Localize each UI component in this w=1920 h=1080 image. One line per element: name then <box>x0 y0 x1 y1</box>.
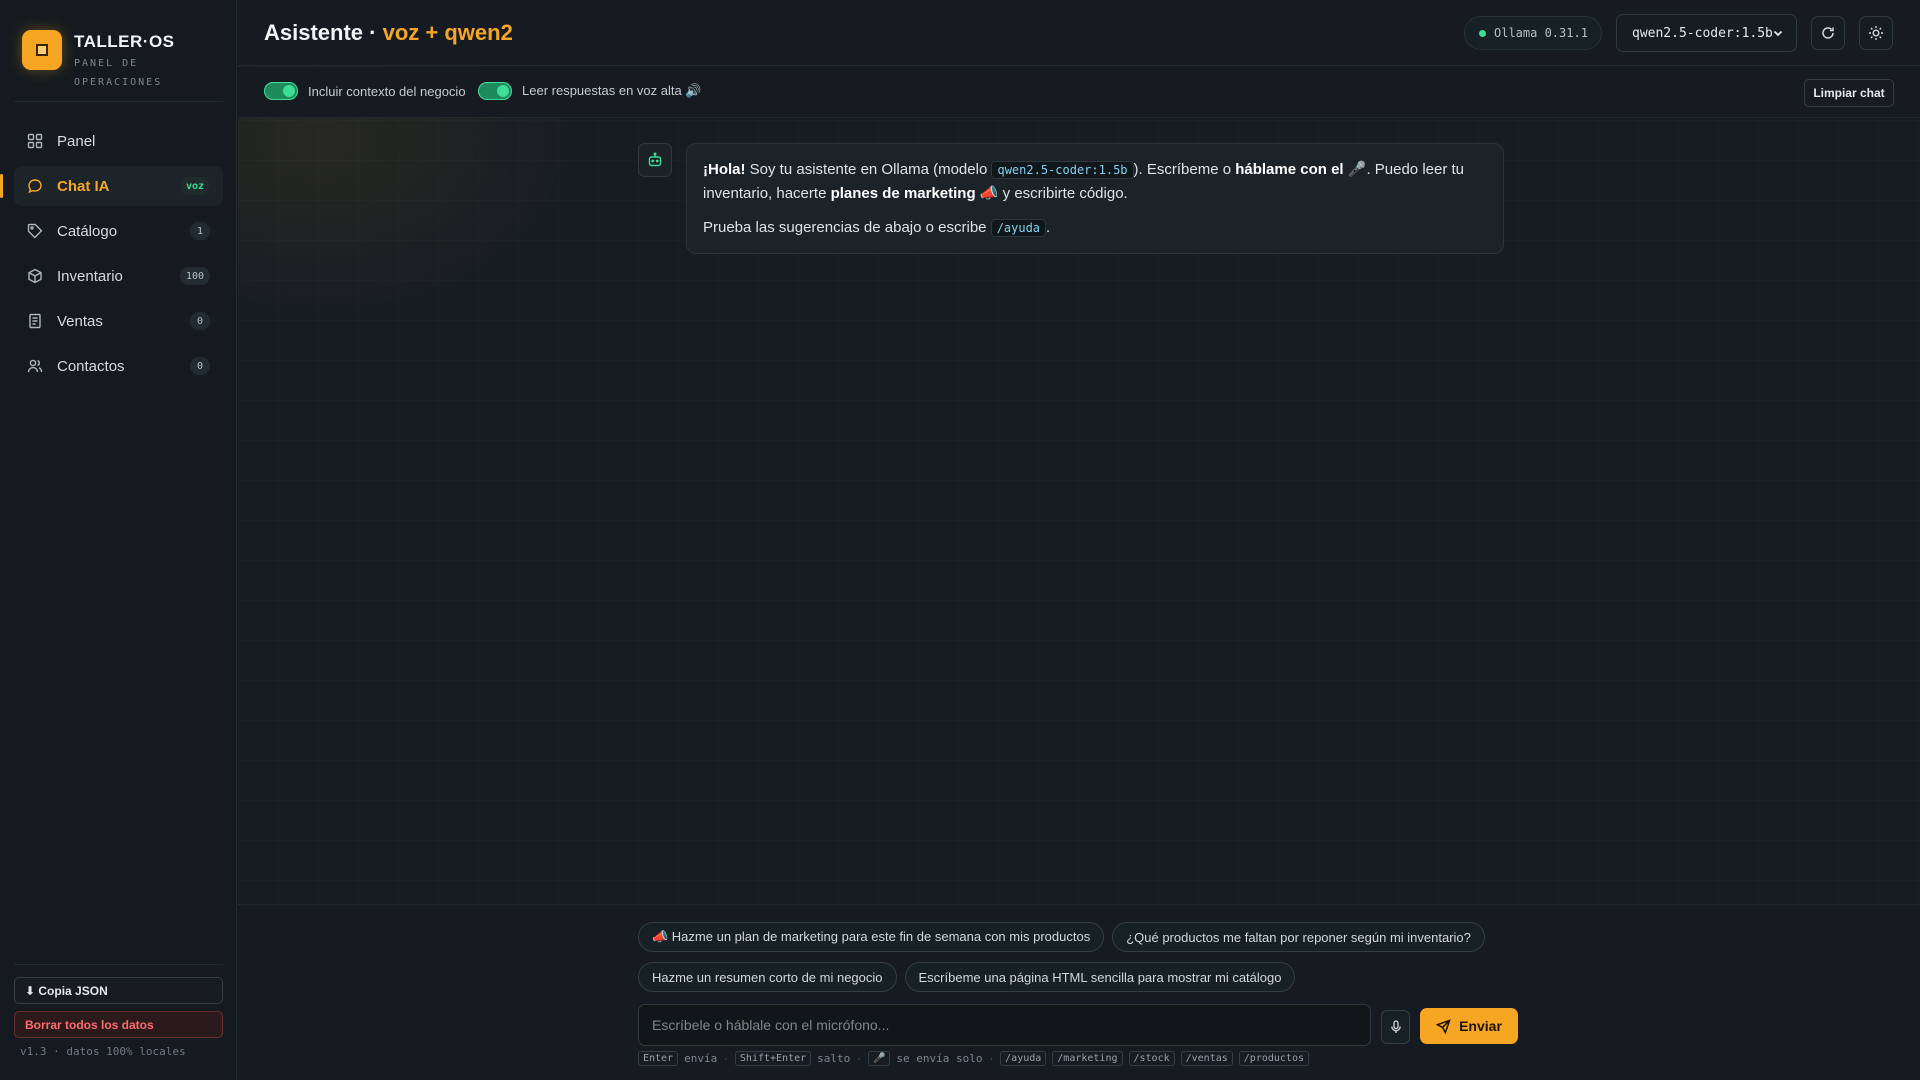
command-hint: /ayuda <box>1000 1051 1047 1066</box>
delete-all-button[interactable]: Borrar todos los datos <box>14 1011 223 1038</box>
model-select-value: qwen2.5-coder:1.5b <box>1632 25 1773 41</box>
sidebar-item-label: Panel <box>57 132 96 150</box>
message-paragraph: ¡Hola! Soy tu asistente en Ollama (model… <box>703 161 1465 202</box>
sidebar-item-label: Contactos <box>57 357 125 375</box>
divider <box>14 101 223 102</box>
sidebar-item-contacts[interactable]: Contactos 0 <box>14 346 223 386</box>
robot-icon <box>648 152 662 167</box>
brand: TALLER·OS PANEL DE OPERACIONES <box>22 30 175 92</box>
tag-icon <box>27 223 43 239</box>
toggle-switch[interactable] <box>478 82 512 100</box>
brand-subtitle: PANEL DE OPERACIONES <box>74 58 163 88</box>
message-paragraph: Prueba las sugerencias de abajo o escrib… <box>703 219 1051 237</box>
context-toggle[interactable]: Incluir contexto del negocio <box>264 82 466 100</box>
bot-avatar <box>638 143 672 177</box>
voice-badge: voz <box>179 177 210 195</box>
suggestion-chip[interactable]: Hazme un resumen corto de mi negocio <box>638 962 897 992</box>
message-input[interactable]: Escríbele o háblale con el micrófono... <box>638 1004 1371 1046</box>
input-placeholder: Escríbele o háblale con el micrófono... <box>652 1017 890 1033</box>
send-icon <box>1436 1018 1451 1034</box>
refresh-icon <box>1822 27 1834 39</box>
receipt-icon <box>27 313 43 329</box>
assistant-message: ¡Hola! Soy tu asistente en Ollama (model… <box>686 143 1504 254</box>
version-label: v1.3 · datos 100% locales <box>20 1045 186 1058</box>
count-badge: 1 <box>190 222 210 240</box>
send-label: Enviar <box>1459 1018 1502 1034</box>
suggestion-chip[interactable]: ¿Qué productos me faltan por reponer seg… <box>1112 922 1485 952</box>
count-badge: 100 <box>179 267 210 285</box>
sidebar-item-label: Chat IA <box>57 177 110 195</box>
header: Asistente · voz + qwen2 Ollama 0.31.1 qw… <box>238 0 1920 66</box>
kbd-enter: Enter <box>638 1051 679 1066</box>
voice-toggle[interactable]: Leer respuestas en voz alta 🔊 <box>478 82 702 100</box>
keyboard-hints: Enter envía · Shift+Enter salto · 🎤 se e… <box>638 1051 1315 1066</box>
main-area: Asistente · voz + qwen2 Ollama 0.31.1 qw… <box>238 0 1920 1080</box>
suggestions: 📣 Hazme un plan de marketing para este f… <box>638 922 1538 1002</box>
sidebar-item-inventory[interactable]: Inventario 100 <box>14 256 223 296</box>
sidebar-item-chat[interactable]: Chat IA voz <box>0 166 223 206</box>
kbd-mic: 🎤 <box>867 1051 891 1066</box>
kbd-shift-enter: Shift+Enter <box>734 1051 812 1066</box>
theme-toggle-button[interactable] <box>1859 16 1893 50</box>
suggestion-chip[interactable]: 📣 Hazme un plan de marketing para este f… <box>638 922 1105 952</box>
sidebar-item-label: Inventario <box>57 267 123 285</box>
sun-icon <box>1869 26 1883 40</box>
microphone-icon <box>1390 1020 1401 1033</box>
sidebar-item-catalog[interactable]: Catálogo 1 <box>14 211 223 251</box>
refresh-button[interactable] <box>1811 16 1845 50</box>
count-badge: 0 <box>190 357 210 375</box>
sidebar-item-label: Ventas <box>57 312 103 330</box>
toggle-switch[interactable] <box>264 82 298 100</box>
sidebar: TALLER·OS PANEL DE OPERACIONES Panel Cha… <box>0 0 237 1080</box>
model-select[interactable]: qwen2.5-coder:1.5b <box>1616 14 1797 52</box>
status-text: Ollama 0.31.1 <box>1494 26 1588 40</box>
command-hint: /marketing <box>1052 1051 1123 1066</box>
logo-icon <box>22 30 62 70</box>
composer-area: 📣 Hazme un plan de marketing para este f… <box>238 904 1920 1080</box>
command-hint: /stock <box>1128 1051 1175 1066</box>
chat-icon <box>27 178 43 194</box>
chevron-down-icon <box>1773 30 1783 37</box>
page-title: Asistente · voz + qwen2 <box>264 20 513 46</box>
divider <box>14 964 223 965</box>
toggle-label: Leer respuestas en voz alta 🔊 <box>522 83 702 98</box>
sidebar-item-panel[interactable]: Panel <box>14 121 223 161</box>
sidebar-item-sales[interactable]: Ventas 0 <box>14 301 223 341</box>
grid-icon <box>27 133 43 149</box>
sidebar-nav: Panel Chat IA voz Catálogo 1 Inventario … <box>0 121 223 391</box>
status-dot-icon <box>1479 29 1486 37</box>
box-icon <box>27 268 43 284</box>
sidebar-item-label: Catálogo <box>57 222 118 240</box>
command-hint: /productos <box>1238 1051 1309 1066</box>
title-text: Asistente · <box>264 20 377 45</box>
model-code: qwen2.5-coder:1.5b <box>991 161 1134 179</box>
suggestion-chip[interactable]: Escríbeme una página HTML sencilla para … <box>904 962 1296 992</box>
command-hint: /ventas <box>1180 1051 1233 1066</box>
microphone-button[interactable] <box>1381 1010 1410 1044</box>
copy-json-button[interactable]: ⬇ Copia JSON <box>14 977 223 1004</box>
brand-name: TALLER·OS <box>74 32 175 51</box>
toggle-label: Incluir contexto del negocio <box>308 83 466 99</box>
ollama-status: Ollama 0.31.1 <box>1464 16 1602 50</box>
help-command-code: /ayuda <box>990 219 1047 237</box>
users-icon <box>27 358 43 374</box>
chat-toolbar: Incluir contexto del negocio Leer respue… <box>238 67 1920 118</box>
title-accent: voz + qwen2 <box>382 20 513 45</box>
send-button[interactable]: Enviar <box>1420 1008 1518 1044</box>
count-badge: 0 <box>190 312 210 330</box>
clear-chat-button[interactable]: Limpiar chat <box>1804 79 1894 107</box>
